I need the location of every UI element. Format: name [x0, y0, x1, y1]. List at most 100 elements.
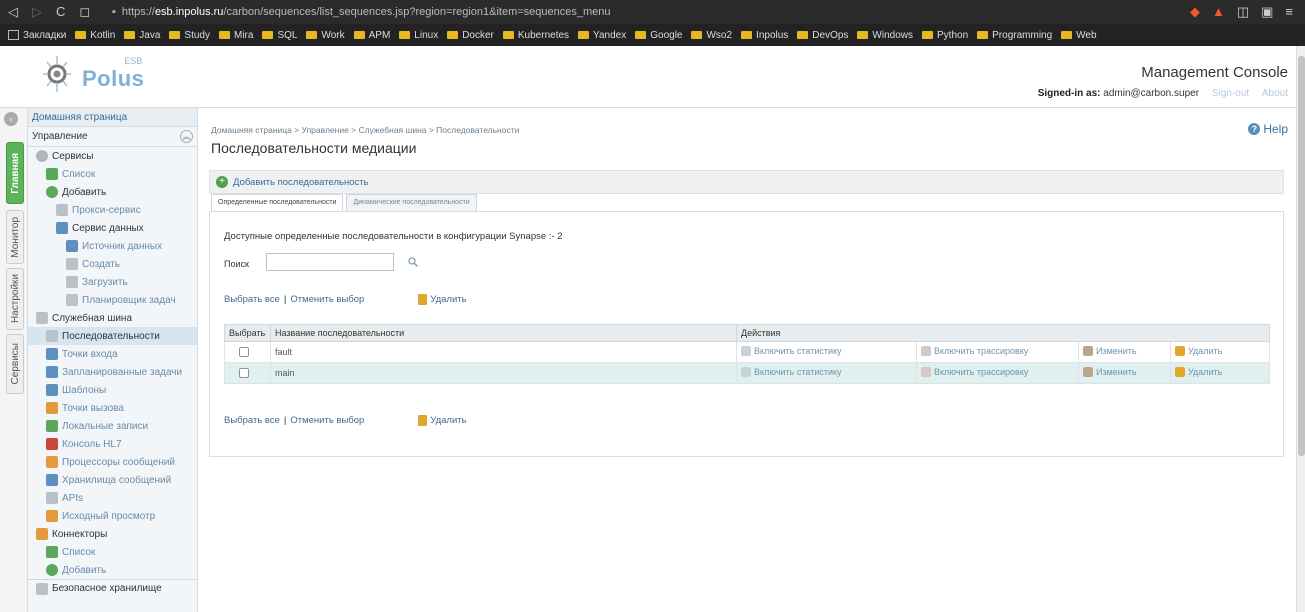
select-all-link[interactable]: Выбрать все — [224, 294, 280, 305]
collapse-menu-icon[interactable]: ‹ — [4, 112, 18, 126]
bulk-actions-bottom: Выбрать все | Отменить выбор Удалить — [224, 415, 467, 426]
enable-tracing-link[interactable]: Включить трассировку — [921, 367, 1028, 377]
select-all-link[interactable]: Выбрать все — [224, 415, 280, 426]
tab-monitor[interactable]: Монитор — [6, 210, 24, 264]
deselect-link[interactable]: Отменить выбор — [290, 415, 364, 426]
bookmark-folder[interactable]: Google — [635, 30, 682, 41]
nav-connectors[interactable]: Коннекторы — [28, 525, 197, 543]
bookmark-folder[interactable]: APM — [353, 30, 390, 41]
delete-link[interactable]: Удалить — [1175, 346, 1222, 356]
address-bar[interactable]: ▪ https://esb.inpolus.ru/carbon/sequence… — [112, 6, 1190, 18]
tab-main[interactable]: Главная — [6, 142, 24, 204]
row-checkbox[interactable] — [239, 368, 249, 379]
delete-link[interactable]: Удалить — [1175, 367, 1222, 377]
wallet-icon[interactable]: ▣ — [1261, 4, 1273, 20]
breadcrumb[interactable]: Домашняя страница > Управление > Служебн… — [211, 125, 519, 135]
bookmark-icon[interactable]: ◻ — [79, 4, 90, 20]
nav-service-bus[interactable]: Служебная шина — [28, 309, 197, 327]
bookmark-folder[interactable]: Work — [306, 30, 345, 41]
enable-tracing-link[interactable]: Включить трассировку — [921, 346, 1028, 356]
nav-proxy-service[interactable]: Прокси-сервис — [28, 201, 197, 219]
nav-apis[interactable]: APIs — [28, 489, 197, 507]
bookmark-folder[interactable]: Docker — [447, 30, 494, 41]
menu-icon[interactable]: ≡ — [1285, 4, 1293, 20]
nav-endpoints-in[interactable]: Точки входа — [28, 345, 197, 363]
nav-endpoints-out[interactable]: Точки вызова — [28, 399, 197, 417]
scroll-thumb[interactable] — [1298, 56, 1305, 456]
nav-connectors-list[interactable]: Список — [28, 543, 197, 561]
tab-dynamic-sequences[interactable]: Динамические последовательности — [346, 194, 477, 211]
search-icon[interactable] — [408, 257, 418, 267]
bookmark-folder[interactable]: SQL — [262, 30, 297, 41]
nav-message-stores[interactable]: Хранилища сообщений — [28, 471, 197, 489]
sequence-name[interactable]: fault — [270, 341, 737, 363]
edit-link[interactable]: Изменить — [1083, 367, 1137, 377]
tab-defined-sequences[interactable]: Определенные последовательности — [211, 194, 344, 211]
bookmark-folder[interactable]: Mira — [219, 30, 253, 41]
nav-source-view[interactable]: Исходный просмотр — [28, 507, 197, 525]
action-cell: Удалить — [1170, 341, 1270, 363]
edit-link[interactable]: Изменить — [1083, 346, 1137, 356]
signed-in-label: Signed-in as: — [1037, 88, 1101, 99]
delete-selected-button[interactable]: Удалить — [418, 294, 467, 305]
bookmark-folder[interactable]: Wso2 — [691, 30, 732, 41]
forward-icon[interactable]: ▷ — [32, 4, 42, 20]
reload-icon[interactable]: C — [56, 4, 65, 20]
bookmark-folder[interactable]: Linux — [399, 30, 438, 41]
nav-templates[interactable]: Шаблоны — [28, 381, 197, 399]
nav-local-entries[interactable]: Локальные записи — [28, 417, 197, 435]
deselect-link[interactable]: Отменить выбор — [290, 294, 364, 305]
nav-message-processors[interactable]: Процессоры сообщений — [28, 453, 197, 471]
nav-scheduled-tasks[interactable]: Запланированные задачи — [28, 363, 197, 381]
page-scrollbar[interactable] — [1296, 46, 1305, 612]
delete-selected-button[interactable]: Удалить — [418, 415, 467, 426]
nav-sequences[interactable]: Последовательности — [28, 327, 197, 345]
sign-out-link[interactable]: Sign-out — [1212, 88, 1249, 99]
collapse-section-icon[interactable]: ︽ — [180, 130, 193, 143]
bookmark-folder[interactable]: Inpolus — [741, 30, 788, 41]
nav-upload[interactable]: Загрузить — [28, 273, 197, 291]
tab-settings[interactable]: Настройки — [6, 268, 24, 330]
back-icon[interactable]: ◁ — [8, 4, 18, 20]
sequences-table: Выбрать Название последовательности Дейс… — [224, 324, 1270, 384]
nav-hl7-console[interactable]: Консоль HL7 — [28, 435, 197, 453]
nav-data-source[interactable]: Источник данных — [28, 237, 197, 255]
sidebar-icon[interactable]: ◫ — [1237, 4, 1249, 20]
enable-statistics-link[interactable]: Включить статистику — [741, 367, 842, 377]
nav-home-link[interactable]: Домашняя страница — [28, 108, 197, 127]
sequence-name[interactable]: main — [270, 362, 737, 384]
bookmark-folder[interactable]: Python — [922, 30, 968, 41]
bookmark-folder[interactable]: Windows — [857, 30, 913, 41]
nav-create[interactable]: Создать — [28, 255, 197, 273]
nav-data-service[interactable]: Сервис данных — [28, 219, 197, 237]
bookmark-folder[interactable]: DevOps — [797, 30, 848, 41]
bookmark-folder[interactable]: Yandex — [578, 30, 626, 41]
nav-section-manage[interactable]: Управление ︽ — [28, 127, 197, 147]
about-link[interactable]: About — [1262, 88, 1288, 99]
bookmark-folder[interactable]: Kotlin — [75, 30, 115, 41]
bookmark-apps[interactable]: Закладки — [8, 30, 66, 41]
bookmark-folder[interactable]: Programming — [977, 30, 1052, 41]
nav-services-add[interactable]: Добавить — [28, 183, 197, 201]
bookmark-label: Study — [184, 29, 210, 41]
brave-shield-icon[interactable]: ◆ — [1190, 4, 1200, 20]
bookmark-folder[interactable]: Kubernetes — [502, 30, 569, 41]
nav-secure-vault[interactable]: Безопасное хранилище — [28, 579, 197, 597]
bookmark-folder[interactable]: Study — [169, 30, 210, 41]
add-sequence-link[interactable]: Добавить последовательность — [233, 177, 369, 188]
bookmark-folder[interactable]: Web — [1061, 30, 1097, 41]
tab-services[interactable]: Сервисы — [6, 334, 24, 394]
logo[interactable]: ESB Polus — [40, 52, 144, 96]
bookmark-folder[interactable]: Java — [124, 30, 160, 41]
rewards-icon[interactable]: ▲ — [1212, 4, 1225, 20]
nav-services[interactable]: Сервисы — [28, 147, 197, 165]
row-checkbox[interactable] — [239, 347, 249, 358]
help-link[interactable]: ? Help — [1248, 122, 1288, 136]
bookmark-label: Docker — [462, 29, 494, 41]
nav-services-list[interactable]: Список — [28, 165, 197, 183]
enable-statistics-link[interactable]: Включить статистику — [741, 346, 842, 356]
folder-icon — [399, 31, 411, 39]
search-input[interactable] — [266, 253, 394, 271]
nav-connectors-add[interactable]: Добавить — [28, 561, 197, 579]
nav-task-scheduler[interactable]: Планировщик задач — [28, 291, 197, 309]
